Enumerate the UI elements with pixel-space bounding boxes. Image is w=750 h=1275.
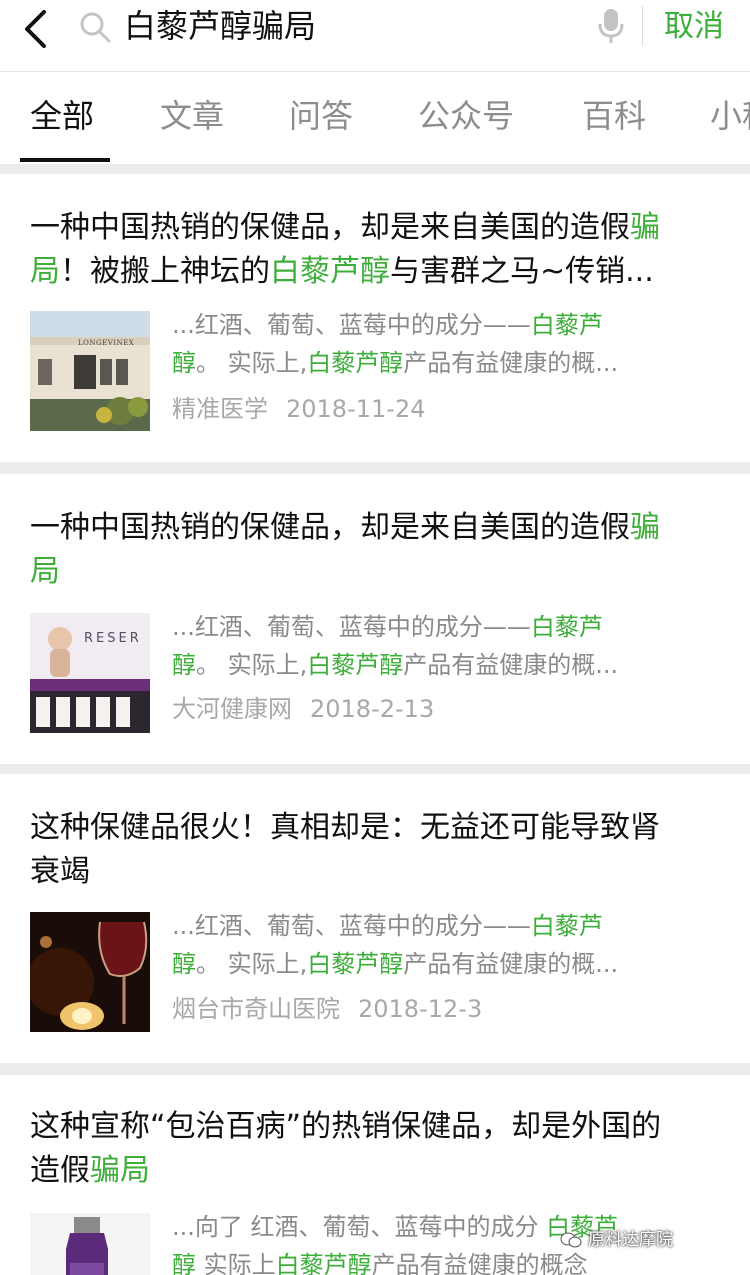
text-segment: ...红酒、葡萄、蓝莓中的成分——	[172, 311, 531, 339]
result-thumbnail: RESER	[30, 613, 150, 733]
highlighted-keyword: 白藜芦	[530, 613, 603, 641]
active-tab-indicator	[20, 158, 110, 162]
text-segment: 产品有益健康的概念	[371, 1251, 588, 1275]
text-segment: 产品有益健康的概...	[403, 950, 619, 978]
highlighted-keyword: 骗局	[90, 1153, 150, 1188]
text-segment: ...红酒、葡萄、蓝莓中的成分——	[172, 613, 531, 641]
result-card[interactable]: 一种中国热销的保健品，却是来自美国的造假骗局 RESER ...红酒、葡萄、蓝莓…	[0, 474, 750, 764]
title-line: 一种中国热销的保健品，却是来自美国的造假骗	[30, 206, 726, 250]
highlighted-keyword: 骗	[630, 210, 660, 245]
text-segment: 产品有益健康的概...	[403, 349, 619, 377]
snippet-line: ...红酒、葡萄、蓝莓中的成分——白藜芦	[172, 608, 712, 646]
result-snippet: ...红酒、葡萄、蓝莓中的成分——白藜芦 醇。 实际上,白藜芦醇产品有益健康的概.…	[172, 306, 712, 382]
result-date: 2018-2-13	[310, 695, 435, 723]
highlighted-keyword: 白藜芦醇	[307, 950, 404, 978]
search-bar: 白藜芦醇骗局 取消	[0, 0, 750, 72]
text-segment: 这种宣称“包治百病”的热销保健品，却是外国的	[30, 1109, 662, 1144]
text-segment: 造假	[30, 1153, 90, 1188]
title-line: 一种中国热销的保健品，却是来自美国的造假骗	[30, 506, 726, 550]
result-meta: 烟台市奇山医院 2018-12-3	[172, 992, 482, 1026]
back-arrow-icon[interactable]	[14, 6, 60, 52]
title-line: 这种保健品很火！真相却是：无益还可能导致肾	[30, 806, 726, 850]
title-line: 这种宣称“包治百病”的热销保健品，却是外国的	[30, 1105, 726, 1149]
search-divider	[642, 6, 643, 46]
tab-mini-programs[interactable]: 小程	[710, 94, 750, 138]
result-source: 精准医学	[172, 395, 268, 423]
result-date: 2018-11-24	[286, 395, 426, 423]
highlighted-keyword: 醇	[172, 1251, 196, 1275]
text-segment: ...红酒、葡萄、蓝莓中的成分——	[172, 912, 531, 940]
result-source: 大河健康网	[172, 695, 292, 723]
text-segment: 与害群之马~传销...	[390, 254, 654, 289]
tab-official-accounts[interactable]: 公众号	[418, 94, 514, 138]
result-card[interactable]: 这种保健品很火！真相却是：无益还可能导致肾 衰竭 ...红酒、葡萄、蓝莓中的成分—…	[0, 774, 750, 1063]
snippet-line: 醇。 实际上,白藜芦醇产品有益健康的概...	[172, 646, 712, 684]
tab-encyclopedia[interactable]: 百科	[582, 94, 646, 138]
result-title[interactable]: 一种中国热销的保健品，却是来自美国的造假骗 局！被搬上神坛的白藜芦醇与害群之马~传…	[30, 206, 726, 294]
snippet-line: ...红酒、葡萄、蓝莓中的成分——白藜芦	[172, 907, 712, 945]
title-line: 造假骗局	[30, 1149, 726, 1193]
text-segment: 衰竭	[30, 854, 90, 889]
thumbnail-sign-text: RESER	[84, 631, 142, 646]
highlighted-keyword: 白藜芦醇	[270, 254, 390, 289]
cancel-button[interactable]: 取消	[664, 4, 724, 50]
highlighted-keyword: 白藜芦醇	[307, 651, 404, 679]
highlighted-keyword: 醇	[172, 349, 196, 377]
result-meta: 精准医学 2018-11-24	[172, 392, 425, 426]
wechat-logo-icon	[560, 1232, 582, 1248]
result-thumbnail	[30, 1213, 150, 1275]
result-title[interactable]: 这种保健品很火！真相却是：无益还可能导致肾 衰竭	[30, 806, 726, 894]
text-segment: 实际上	[196, 1251, 276, 1275]
text-segment: 一种中国热销的保健品，却是来自美国的造假	[30, 510, 630, 545]
snippet-line: 醇。 实际上,白藜芦醇产品有益健康的概...	[172, 945, 712, 983]
highlighted-keyword: 白藜芦	[530, 912, 603, 940]
text-segment: 产品有益健康的概...	[403, 651, 619, 679]
result-source: 烟台市奇山医院	[172, 995, 340, 1023]
microphone-icon[interactable]	[596, 7, 626, 45]
search-icon	[80, 12, 111, 43]
tab-qa[interactable]: 问答	[289, 94, 353, 138]
text-segment: 。 实际上,	[196, 349, 308, 377]
text-segment: 。 实际上,	[196, 651, 308, 679]
text-segment: 。 实际上,	[196, 950, 308, 978]
result-card[interactable]: 一种中国热销的保健品，却是来自美国的造假骗 局！被搬上神坛的白藜芦醇与害群之马~传…	[0, 174, 750, 462]
title-line: 衰竭	[30, 850, 726, 894]
result-thumbnail: LONGEVINEX	[30, 311, 150, 431]
category-tabs: 全部 文章 问答 公众号 百科 小程	[0, 72, 750, 164]
highlighted-keyword: 白藜芦	[530, 311, 603, 339]
search-input[interactable]: 白藜芦醇骗局	[124, 2, 316, 50]
text-segment: 这种保健品很火！真相却是：无益还可能导致肾	[30, 810, 660, 845]
highlighted-keyword: 白藜芦醇	[307, 349, 404, 377]
tab-articles[interactable]: 文章	[160, 94, 224, 138]
result-title[interactable]: 一种中国热销的保健品，却是来自美国的造假骗局	[30, 506, 726, 594]
highlighted-keyword: 醇	[172, 950, 196, 978]
thumbnail-sign-text: LONGEVINEX	[78, 339, 135, 347]
snippet-line: 醇。 实际上,白藜芦醇产品有益健康的概...	[172, 344, 712, 382]
watermark: 原料达摩院	[588, 1230, 673, 1250]
highlighted-keyword: 白藜芦醇	[275, 1251, 372, 1275]
text-segment: ...向了 红酒、葡萄、蓝莓中的成分	[172, 1213, 547, 1241]
highlighted-keyword: 局	[30, 554, 60, 589]
title-line: 局	[30, 550, 726, 594]
result-meta: 大河健康网 2018-2-13	[172, 692, 434, 726]
tab-all[interactable]: 全部	[30, 94, 94, 138]
result-title[interactable]: 这种宣称“包治百病”的热销保健品，却是外国的 造假骗局	[30, 1105, 726, 1193]
title-line: 局！被搬上神坛的白藜芦醇与害群之马~传销...	[30, 250, 726, 294]
snippet-line: ...红酒、葡萄、蓝莓中的成分——白藜芦	[172, 306, 712, 344]
text-segment: ！被搬上神坛的	[60, 254, 270, 289]
result-snippet: ...红酒、葡萄、蓝莓中的成分——白藜芦 醇。 实际上,白藜芦醇产品有益健康的概.…	[172, 608, 712, 684]
text-segment: 一种中国热销的保健品，却是来自美国的造假	[30, 210, 630, 245]
highlighted-keyword: 局	[30, 254, 60, 289]
highlighted-keyword: 骗	[630, 510, 660, 545]
result-thumbnail	[30, 912, 150, 1032]
result-snippet: ...红酒、葡萄、蓝莓中的成分——白藜芦 醇。 实际上,白藜芦醇产品有益健康的概.…	[172, 907, 712, 983]
result-date: 2018-12-3	[358, 995, 483, 1023]
highlighted-keyword: 醇	[172, 651, 196, 679]
